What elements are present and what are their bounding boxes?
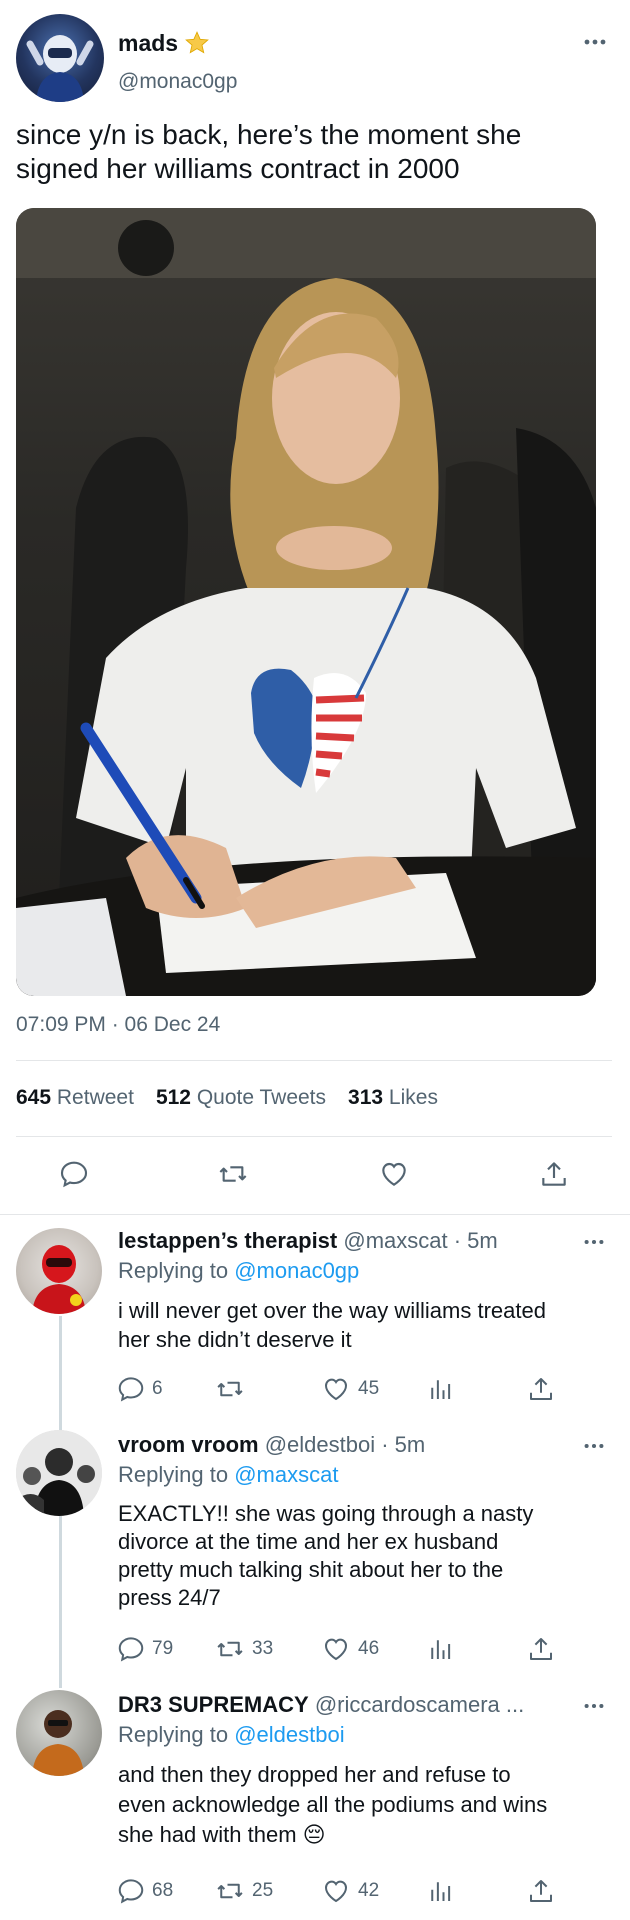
quote-tweets-stat-label: Quote Tweets [196, 1086, 327, 1109]
replying-to: Replying to @eldestboi [118, 1722, 345, 1748]
more-options-icon[interactable] [582, 32, 608, 52]
reply-count: 79 [152, 1638, 174, 1659]
reply-text-line: pretty much talking shit about her to th… [118, 1557, 504, 1582]
replying-to-prefix: Replying to [118, 1722, 229, 1747]
share-icon[interactable] [526, 1634, 556, 1664]
reply-avatar[interactable] [16, 1430, 102, 1516]
likes-stat[interactable]: 313 Likes [348, 1086, 438, 1110]
star-icon [184, 30, 210, 56]
analytics-icon[interactable] [426, 1634, 456, 1664]
retweet-icon[interactable]: 25 [214, 1876, 273, 1906]
like-icon[interactable]: 42 [320, 1876, 379, 1906]
reply-text-line: i will never get over the way williams t… [118, 1298, 546, 1323]
retweet-stat[interactable]: 645 Retweet [16, 1086, 134, 1110]
tweet-photo[interactable] [16, 208, 596, 996]
tweet-timestamp[interactable]: 07:09 PM · 06 Dec 24 [16, 1013, 220, 1037]
reply-avatar[interactable] [16, 1690, 102, 1776]
like-count: 45 [358, 1378, 380, 1399]
replying-to-handle[interactable]: @eldestboi [234, 1722, 344, 1747]
retweet-icon[interactable] [216, 1158, 250, 1190]
reply-text-line: and then they dropped her and refuse to [118, 1762, 511, 1787]
divider [16, 1060, 612, 1061]
reply-meta[interactable]: @eldestboi · 5m [265, 1432, 426, 1457]
reply-text-line: her she didn’t deserve it [118, 1327, 352, 1352]
retweet-count: 645 [16, 1086, 52, 1109]
retweet-count: 33 [252, 1638, 274, 1659]
reply-text-line: press 24/7 [118, 1585, 221, 1610]
analytics-icon[interactable] [426, 1374, 456, 1404]
reply-text: EXACTLY!! she was going through a nasty … [118, 1500, 533, 1612]
tweet-stats: 645 Retweet 512 Quote Tweets 313 Likes [16, 1086, 438, 1110]
replying-to-prefix: Replying to [118, 1462, 229, 1487]
reply-text-line: divorce at the time and her ex husband [118, 1529, 499, 1554]
reply-author-name[interactable]: DR3 SUPREMACY [118, 1692, 309, 1717]
reply-count: 68 [152, 1880, 174, 1901]
like-icon[interactable]: 45 [320, 1374, 379, 1404]
reply-meta[interactable]: @riccardoscamera ... [315, 1692, 524, 1717]
like-icon[interactable] [377, 1158, 411, 1190]
retweet-icon[interactable]: 33 [214, 1634, 273, 1664]
reply-meta[interactable]: @maxscat · 5m [343, 1228, 497, 1253]
reply-text: and then they dropped her and refuse to … [118, 1760, 547, 1850]
share-icon[interactable] [538, 1158, 570, 1190]
reply-text-line: even acknowledge all the podiums and win… [118, 1792, 548, 1817]
retweet-count: 25 [252, 1880, 274, 1901]
retweet-stat-label: Retweet [56, 1086, 134, 1109]
reply-icon[interactable]: 79 [116, 1634, 173, 1664]
replying-to-handle[interactable]: @maxscat [234, 1462, 338, 1487]
reply-author-name[interactable]: vroom vroom [118, 1432, 259, 1457]
divider [16, 1136, 612, 1137]
like-count: 42 [358, 1880, 380, 1901]
more-options-icon[interactable] [582, 1696, 606, 1716]
likes-stat-label: Likes [388, 1086, 438, 1109]
reply-avatar[interactable] [16, 1228, 102, 1314]
reply-action-bar: 6 45 [116, 1374, 596, 1404]
share-icon[interactable] [526, 1876, 556, 1906]
replying-to: Replying to @monac0gp [118, 1258, 359, 1284]
share-icon[interactable] [526, 1374, 556, 1404]
like-icon[interactable]: 46 [320, 1634, 379, 1664]
analytics-icon[interactable] [426, 1876, 456, 1906]
more-options-icon[interactable] [582, 1232, 606, 1252]
replying-to-handle[interactable]: @monac0gp [234, 1258, 359, 1283]
tweet-text-line: signed her williams contract in 2000 [16, 153, 460, 184]
reply-icon[interactable]: 6 [116, 1374, 163, 1404]
reply-action-bar: 79 33 46 [116, 1634, 596, 1664]
tweet-text-line: since y/n is back, here’s the moment she [16, 119, 522, 150]
quote-tweets-count: 512 [155, 1086, 191, 1109]
likes-count: 313 [348, 1086, 384, 1109]
reply-author-name[interactable]: lestappen’s therapist [118, 1228, 337, 1253]
author-display-name[interactable]: mads [118, 30, 178, 57]
quote-tweets-stat[interactable]: 512 Quote Tweets [156, 1086, 326, 1110]
reply-count: 6 [152, 1378, 163, 1399]
like-count: 46 [358, 1638, 380, 1659]
retweet-icon[interactable] [214, 1374, 252, 1404]
reply-text: i will never get over the way williams t… [118, 1296, 546, 1354]
reply-text-line: she had with them 😔 [118, 1822, 326, 1847]
author-avatar[interactable] [16, 14, 104, 102]
replying-to-prefix: Replying to [118, 1258, 229, 1283]
tweet-text: since y/n is back, here’s the moment she… [16, 118, 616, 186]
reply-action-bar: 68 25 42 [116, 1876, 596, 1906]
replying-to: Replying to @maxscat [118, 1462, 338, 1488]
reply-icon[interactable] [58, 1158, 90, 1190]
reply-text-line: EXACTLY!! she was going through a nasty [118, 1501, 534, 1526]
divider [0, 1214, 630, 1215]
reply-icon[interactable]: 68 [116, 1876, 173, 1906]
author-handle[interactable]: @monac0gp [118, 70, 237, 94]
more-options-icon[interactable] [582, 1436, 606, 1456]
